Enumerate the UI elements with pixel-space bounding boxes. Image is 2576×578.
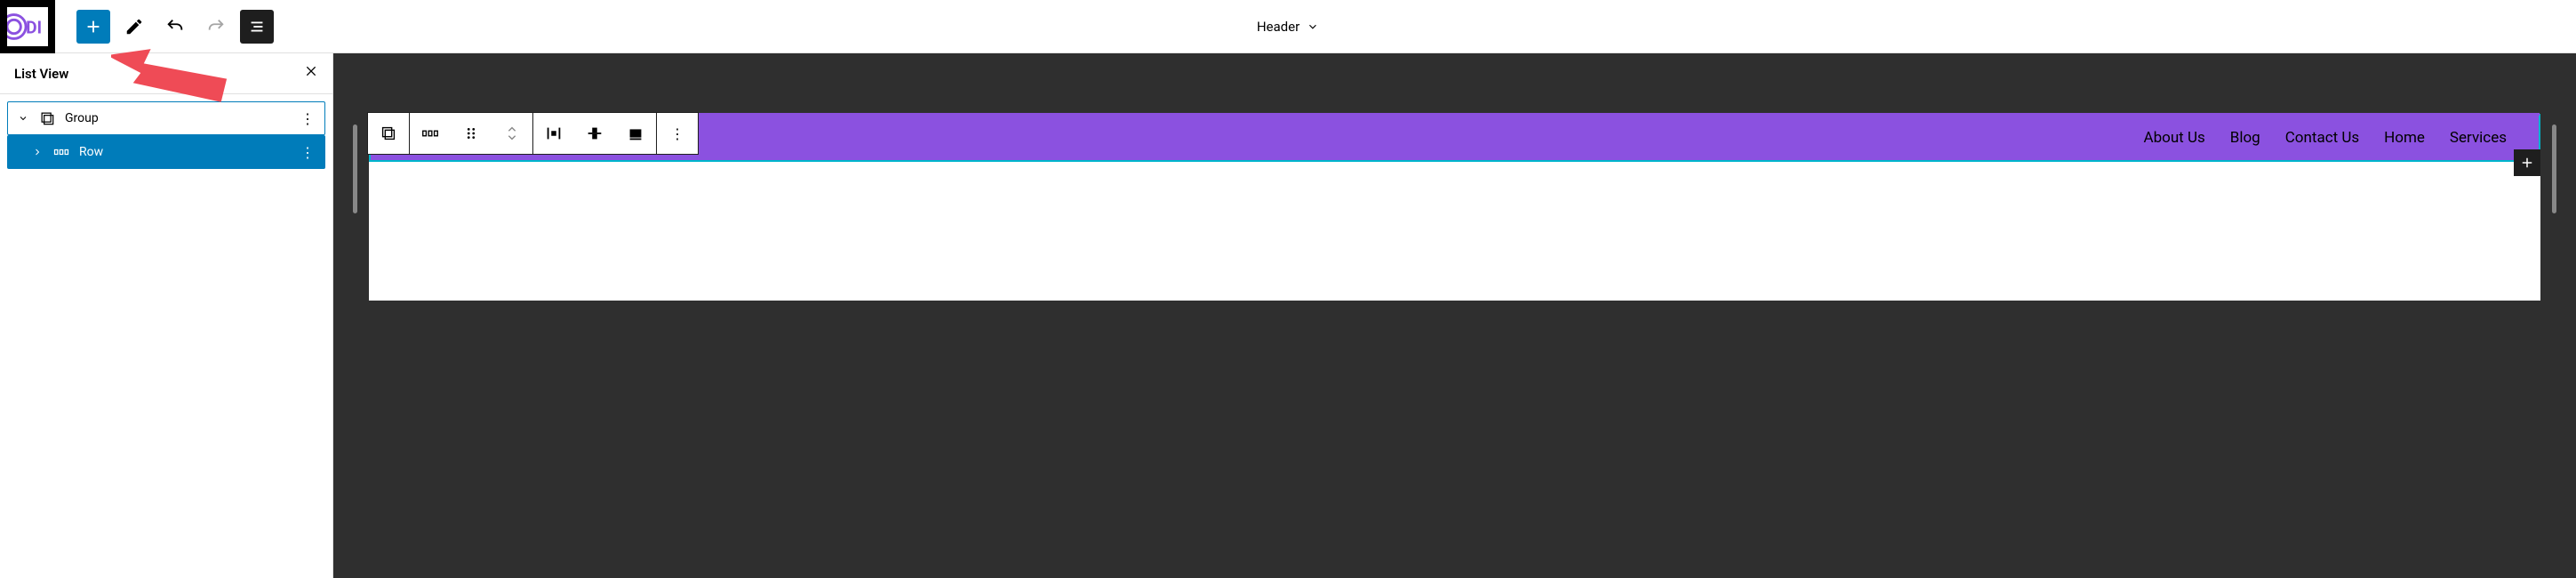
move-icon bbox=[502, 124, 522, 143]
logo-icon: DI bbox=[7, 7, 48, 46]
justify-icon bbox=[544, 124, 564, 143]
collapse-toggle[interactable] bbox=[17, 113, 29, 124]
template-label: Header bbox=[1257, 19, 1300, 35]
block-type-button[interactable] bbox=[368, 113, 409, 154]
item-options[interactable]: ⋮ bbox=[300, 110, 316, 127]
list-view-button[interactable] bbox=[240, 10, 274, 44]
drag-handle[interactable] bbox=[451, 113, 492, 154]
edit-button[interactable] bbox=[117, 10, 151, 44]
dots-vertical-icon: ⋮ bbox=[670, 125, 684, 142]
item-options[interactable]: ⋮ bbox=[300, 144, 316, 161]
list-view-sidebar: List View Group ⋮ bbox=[0, 53, 333, 578]
nav-link[interactable]: About Us bbox=[2143, 129, 2204, 147]
canvas-content: ⋮ bbox=[369, 114, 2540, 301]
row-icon bbox=[420, 124, 440, 143]
row-icon bbox=[52, 143, 70, 161]
redo-button[interactable] bbox=[199, 10, 233, 44]
expand-toggle[interactable] bbox=[31, 147, 44, 157]
nav-link[interactable]: Services bbox=[2450, 129, 2507, 147]
list-item-group[interactable]: Group ⋮ bbox=[7, 101, 325, 135]
svg-text:DI: DI bbox=[26, 17, 42, 37]
nav-link[interactable]: Home bbox=[2384, 129, 2425, 147]
chevron-down-icon bbox=[1307, 20, 1319, 33]
plus-icon bbox=[2519, 155, 2535, 171]
chevron-down-icon bbox=[18, 113, 28, 124]
block-toolbar: ⋮ bbox=[367, 112, 699, 155]
align-button[interactable] bbox=[574, 113, 615, 154]
list-item-label: Row bbox=[79, 145, 291, 159]
sidebar-title: List View bbox=[14, 66, 68, 82]
add-block-after-button[interactable] bbox=[2514, 149, 2540, 176]
list-item-row[interactable]: Row ⋮ bbox=[7, 135, 325, 169]
drag-icon bbox=[461, 124, 481, 143]
scroll-handle-right[interactable] bbox=[2552, 124, 2556, 213]
main-area: List View Group ⋮ bbox=[0, 53, 2576, 578]
nav-link[interactable]: Contact Us bbox=[2285, 129, 2359, 147]
sidebar-header: List View bbox=[0, 53, 332, 94]
more-options-button[interactable]: ⋮ bbox=[657, 113, 698, 154]
nav-link[interactable]: Blog bbox=[2230, 129, 2260, 147]
editor-canvas: ⋮ bbox=[333, 53, 2576, 578]
toolbar-buttons bbox=[76, 10, 274, 44]
nav-links: About Us Blog Contact Us Home Services bbox=[2143, 129, 2507, 147]
close-icon bbox=[304, 64, 318, 78]
width-button[interactable] bbox=[615, 113, 656, 154]
group-icon bbox=[379, 124, 398, 143]
justify-button[interactable] bbox=[533, 113, 574, 154]
chevron-right-icon bbox=[32, 147, 43, 157]
scroll-handle-left[interactable] bbox=[353, 124, 357, 213]
row-layout-button[interactable] bbox=[410, 113, 451, 154]
template-selector[interactable]: Header bbox=[1257, 19, 1319, 35]
site-logo[interactable]: DI bbox=[0, 0, 55, 53]
list-item-label: Group bbox=[65, 111, 291, 125]
add-block-button[interactable] bbox=[76, 10, 110, 44]
top-toolbar: DI Header bbox=[0, 0, 2576, 53]
close-sidebar-button[interactable] bbox=[304, 64, 318, 83]
align-center-icon bbox=[585, 124, 604, 143]
list-view-body: Group ⋮ Row ⋮ bbox=[0, 94, 332, 176]
full-width-icon bbox=[626, 124, 645, 143]
group-icon bbox=[38, 109, 56, 127]
undo-button[interactable] bbox=[158, 10, 192, 44]
move-updown-button[interactable] bbox=[492, 113, 532, 154]
